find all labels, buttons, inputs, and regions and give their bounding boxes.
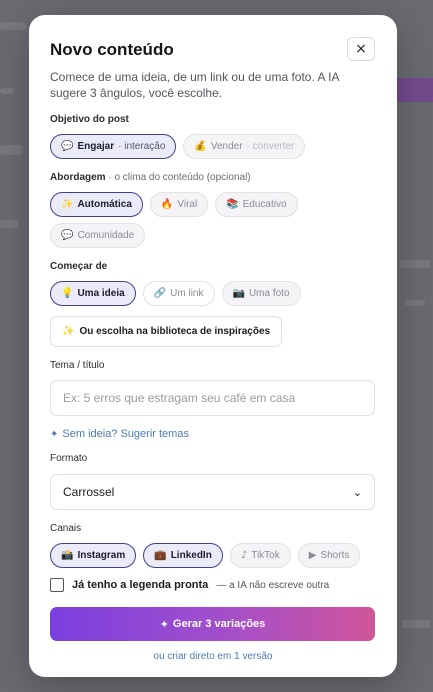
topic-label: Tema / título bbox=[50, 360, 105, 371]
create-direct-link[interactable]: ou criar direto em 1 versão bbox=[50, 651, 376, 662]
sparkle-icon: ✦ bbox=[159, 617, 169, 631]
briefcase-icon: 💼 bbox=[154, 550, 167, 561]
approach-automatica-chip[interactable]: ✨ Automática bbox=[50, 192, 143, 217]
generate-variations-button[interactable]: ✦ Gerar 3 variações bbox=[50, 607, 375, 641]
caption-ready-label: Já tenho a legenda pronta bbox=[72, 579, 209, 591]
modal-subtitle: Comece de uma ideia, de um link ou de um… bbox=[50, 70, 339, 100]
sparkles-icon: ✨ bbox=[61, 199, 74, 210]
channel-instagram-chip[interactable]: 📸 Instagram bbox=[50, 543, 137, 568]
approach-label: Abordagem · o clima do conteúdo (opciona… bbox=[50, 172, 251, 183]
approach-viral-chip[interactable]: 🔥 Viral bbox=[149, 192, 209, 217]
play-icon: ▶ bbox=[308, 550, 317, 561]
format-label: Formato bbox=[50, 453, 88, 464]
channel-options: 📸 Instagram 💼 LinkedIn ♪ TikTok ▶ Shorts bbox=[50, 543, 376, 568]
channel-linkedin-chip[interactable]: 💼 LinkedIn bbox=[143, 543, 223, 568]
music-note-icon: ♪ bbox=[240, 550, 248, 561]
start-photo-chip[interactable]: 📷 Uma foto bbox=[221, 281, 301, 306]
camera-icon: 📷 bbox=[232, 288, 245, 299]
books-icon: 📚 bbox=[226, 199, 239, 210]
objective-options: 💬 Engajar · interação 💰 Vender · convert… bbox=[50, 134, 376, 159]
start-from-label: Começar de bbox=[50, 261, 108, 272]
close-icon: × bbox=[355, 41, 367, 57]
fire-icon: 🔥 bbox=[160, 199, 174, 210]
objective-engajar-chip[interactable]: 💬 Engajar · interação bbox=[50, 134, 177, 159]
channel-tiktok-chip[interactable]: ♪ TikTok bbox=[229, 543, 291, 568]
modal-title: Novo conteúdo bbox=[50, 40, 174, 59]
start-idea-chip[interactable]: 💡 Uma ideia bbox=[50, 281, 136, 306]
money-bag-icon: 💰 bbox=[194, 141, 207, 152]
link-icon: 🔗 bbox=[153, 288, 167, 299]
caption-ready-checkbox[interactable] bbox=[50, 578, 64, 592]
suggest-topics-link[interactable]: ✦ Sem ideia? Sugerir temas bbox=[50, 428, 376, 440]
topic-input[interactable] bbox=[50, 380, 375, 416]
caption-ready-note: — a IA não escreve outra bbox=[216, 579, 330, 591]
close-button[interactable]: × bbox=[347, 37, 375, 61]
caption-ready-row: Já tenho a legenda pronta — a IA não esc… bbox=[50, 578, 376, 592]
channels-label: Canais bbox=[50, 523, 82, 534]
start-from-options: 💡 Uma ideia 🔗 Um link 📷 Uma foto bbox=[50, 281, 376, 306]
objective-vender-chip[interactable]: 💰 Vender · converter bbox=[183, 134, 306, 159]
new-content-modal: × Novo conteúdo Comece de uma ideia, de … bbox=[29, 15, 397, 677]
approach-options: ✨ Automática 🔥 Viral 📚 Educativo 💬 Comun… bbox=[50, 192, 376, 248]
approach-comunidade-chip[interactable]: 💬 Comunidade bbox=[50, 223, 146, 248]
sparkles-icon: ✨ bbox=[62, 326, 75, 337]
approach-educativo-chip[interactable]: 📚 Educativo bbox=[215, 192, 298, 217]
speech-bubble-icon: 💬 bbox=[61, 141, 74, 152]
objective-label: Objetivo do post bbox=[50, 114, 129, 125]
channel-shorts-chip[interactable]: ▶ Shorts bbox=[297, 543, 361, 568]
inspiration-library-button[interactable]: ✨ Ou escolha na biblioteca de inspiraçõe… bbox=[50, 316, 283, 347]
chevron-down-icon: ⌄ bbox=[352, 485, 362, 499]
speech-bubble-icon: 💬 bbox=[61, 230, 74, 241]
format-select[interactable]: Carrossel ⌄ bbox=[50, 474, 375, 510]
start-link-chip[interactable]: 🔗 Um link bbox=[142, 281, 215, 306]
lightbulb-icon: 💡 bbox=[61, 288, 74, 299]
camera-flash-icon: 📸 bbox=[61, 550, 74, 561]
sparkle-icon: ✦ bbox=[50, 428, 59, 440]
format-selected-value: Carrossel bbox=[63, 485, 115, 499]
